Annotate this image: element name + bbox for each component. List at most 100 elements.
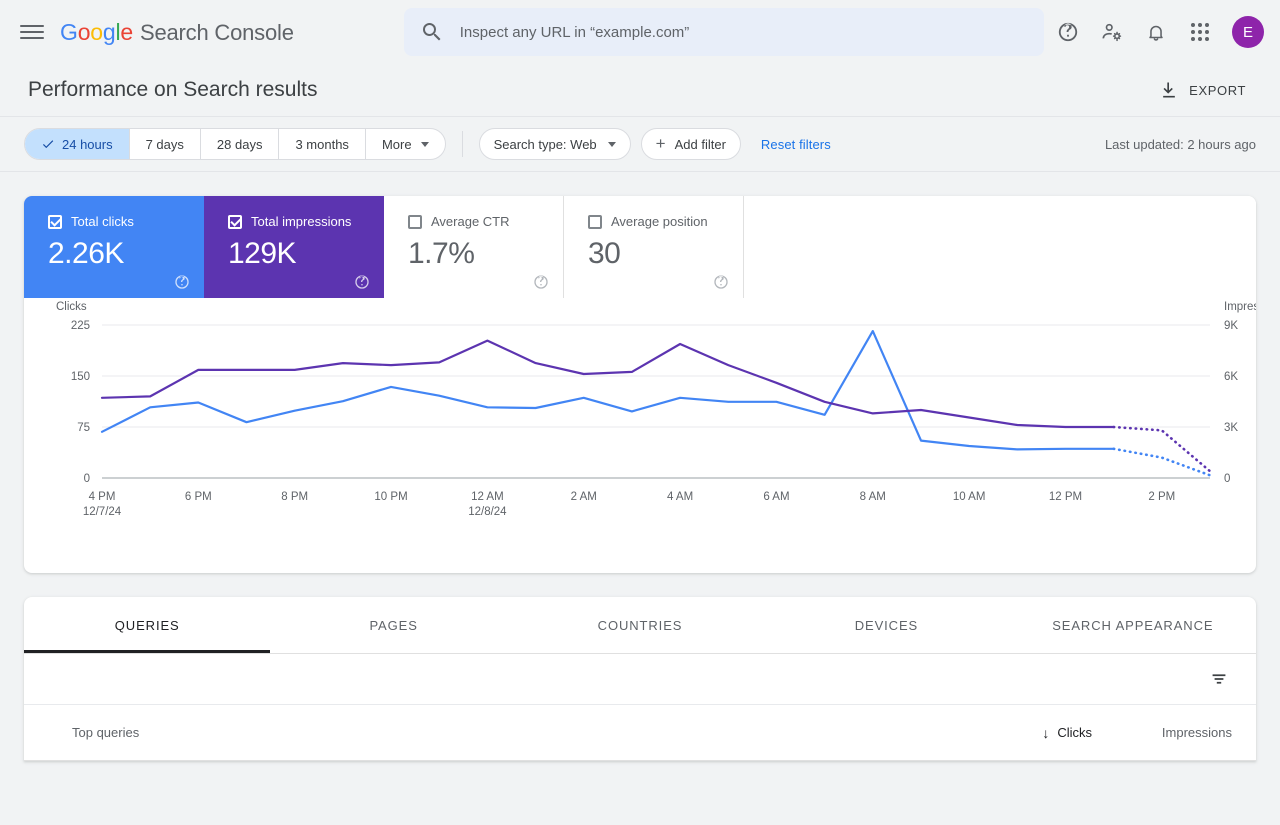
date-range-3-months[interactable]: 3 months (279, 129, 366, 159)
svg-text:6 PM: 6 PM (185, 491, 212, 503)
arrow-down-icon: ↓ (1042, 724, 1050, 741)
tab-queries[interactable]: QUERIES (24, 597, 271, 653)
svg-text:Clicks: Clicks (56, 301, 87, 313)
svg-text:10 AM: 10 AM (953, 491, 986, 503)
date-range-label: More (381, 136, 412, 152)
metric-label-row: Total impressions (228, 214, 368, 229)
metric-value: 2.26K (48, 237, 124, 270)
metric-card-average-ctr[interactable]: Average CTR 1.7% (384, 196, 564, 298)
download-icon (1163, 82, 1176, 98)
column-header-top-queries[interactable]: Top queries (72, 725, 962, 740)
help-circle-icon[interactable] (174, 274, 190, 290)
svg-text:3K: 3K (1224, 422, 1238, 434)
svg-text:10 PM: 10 PM (374, 491, 407, 503)
metric-card-average-position[interactable]: Average position 30 (564, 196, 744, 298)
page-title: Performance on Search results (28, 78, 318, 101)
svg-text:2 AM: 2 AM (571, 491, 597, 503)
google-apps-button[interactable] (1180, 12, 1220, 52)
svg-text:8 AM: 8 AM (860, 491, 886, 503)
svg-text:0: 0 (84, 473, 90, 485)
date-range-selector: 24 hours 7 days 28 days 3 months More (24, 128, 446, 160)
svg-text:Impressions: Impressions (1224, 301, 1256, 313)
date-range-label: 24 hours (62, 136, 113, 152)
svg-text:8 PM: 8 PM (281, 491, 308, 503)
date-range-more[interactable]: More (366, 129, 445, 159)
search-input[interactable] (457, 22, 1028, 42)
account-settings-button[interactable] (1092, 12, 1132, 52)
search-type-filter[interactable]: Search type: Web (478, 128, 631, 160)
person-gear-icon (1102, 23, 1122, 42)
header-actions: E (1048, 12, 1264, 52)
svg-text:12 AM: 12 AM (471, 491, 504, 503)
metric-label-row: Average CTR (408, 214, 547, 229)
date-range-7-days[interactable]: 7 days (130, 129, 201, 159)
svg-text:12 PM: 12 PM (1049, 491, 1082, 503)
svg-text:6 AM: 6 AM (763, 491, 789, 503)
table-header-row: Top queries ↓ Clicks Impressions (24, 705, 1256, 761)
svg-text:12/8/24: 12/8/24 (468, 506, 507, 518)
dimension-table-panel: QUERIES PAGES COUNTRIES DEVICES SEARCH A… (24, 597, 1256, 761)
chevron-down-icon (420, 141, 429, 147)
notifications-button[interactable] (1136, 12, 1176, 52)
help-button[interactable] (1048, 12, 1088, 52)
metric-label: Average position (611, 214, 708, 229)
svg-text:4 AM: 4 AM (667, 491, 693, 503)
svg-text:2 PM: 2 PM (1148, 491, 1175, 503)
metric-label: Total clicks (71, 214, 134, 229)
checkbox-total-impressions[interactable] (228, 214, 242, 229)
brand-logo[interactable]: Google Search Console (60, 19, 294, 46)
page-title-row: Performance on Search results EXPORT (0, 64, 1280, 116)
url-inspection-bar[interactable] (403, 8, 1044, 56)
metric-value: 30 (588, 237, 621, 270)
avatar[interactable]: E (1232, 16, 1264, 48)
checkbox-average-position[interactable] (588, 214, 602, 229)
reset-filters-link[interactable]: Reset filters (761, 137, 831, 152)
chart-canvas: Clicks Impressions 0 0 75 3K 150 6K 225 9K 4 PM 12/… (56, 301, 1256, 518)
help-circle-icon[interactable] (713, 274, 729, 290)
app-header: Google Search Console Inspect any URL in… (0, 0, 1280, 64)
metric-cards: Total clicks 2.26K Total impressions 129… (24, 196, 1256, 298)
bell-icon (1149, 25, 1163, 41)
google-logo: Google (60, 19, 133, 46)
dimension-tabs: QUERIES PAGES COUNTRIES DEVICES SEARCH A… (24, 597, 1256, 654)
add-filter-button[interactable]: + Add filter (640, 128, 741, 160)
metric-label: Total impressions (251, 214, 352, 229)
export-button[interactable]: EXPORT (1149, 72, 1256, 108)
metric-card-total-clicks[interactable]: Total clicks 2.26K (24, 196, 204, 298)
logo-letter: o (90, 18, 103, 45)
metric-value: 129K (228, 237, 297, 270)
tab-label: QUERIES (114, 617, 180, 633)
chevron-down-icon (607, 141, 616, 147)
plus-icon: + (655, 134, 666, 153)
checkbox-average-ctr[interactable] (408, 214, 422, 229)
hamburger-menu-icon[interactable] (20, 20, 44, 44)
tab-label: DEVICES (854, 617, 919, 633)
svg-text:6K: 6K (1224, 371, 1238, 383)
checkbox-total-clicks[interactable] (48, 214, 62, 229)
logo-letter: G (60, 18, 78, 45)
tab-countries[interactable]: COUNTRIES (517, 597, 763, 653)
tab-label: SEARCH APPEARANCE (1052, 617, 1214, 633)
last-updated-text: Last updated: 2 hours ago (1104, 136, 1256, 152)
logo-letter: o (77, 18, 91, 45)
column-header-clicks[interactable]: ↓ Clicks (962, 725, 1092, 741)
filter-list-icon[interactable] (1208, 668, 1230, 690)
help-circle-icon (1058, 22, 1078, 42)
date-range-24-hours[interactable]: 24 hours (25, 129, 130, 159)
date-range-28-days[interactable]: 28 days (201, 129, 280, 159)
help-circle-icon[interactable] (354, 274, 370, 290)
filter-bar: 24 hours 7 days 28 days 3 months More Se… (0, 116, 1280, 172)
help-circle-icon[interactable] (533, 274, 549, 290)
column-header-impressions[interactable]: Impressions (1092, 725, 1232, 740)
tab-devices[interactable]: DEVICES (763, 597, 1009, 653)
svg-text:12/7/24: 12/7/24 (83, 506, 122, 518)
vertical-divider (461, 131, 463, 157)
metric-card-total-impressions[interactable]: Total impressions 129K (204, 196, 384, 298)
column-header-clicks-label: Clicks (1057, 725, 1092, 740)
tab-pages[interactable]: PAGES (270, 597, 516, 653)
date-range-label: 3 months (295, 136, 349, 152)
tab-search-appearance[interactable]: SEARCH APPEARANCE (1010, 597, 1256, 653)
logo-letter: e (120, 18, 133, 45)
performance-chart[interactable]: Clicks Impressions 0 0 75 3K 150 6K 225 9K 4 PM 12/… (24, 298, 1256, 573)
search-type-label: Search type: Web (493, 136, 597, 152)
